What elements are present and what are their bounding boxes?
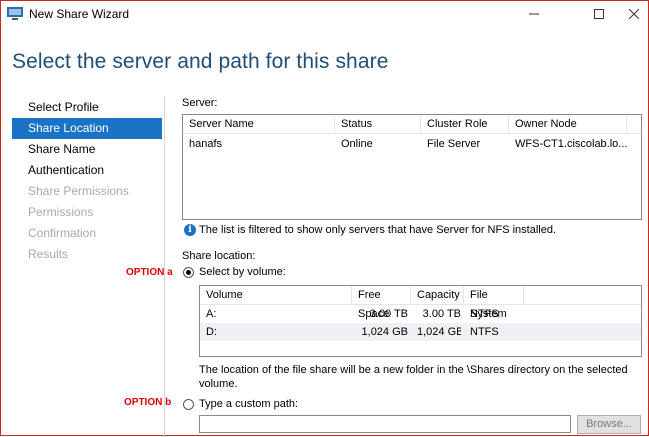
column-header-status[interactable]: Status (335, 115, 421, 134)
status-cell: Online (341, 138, 373, 150)
volume-list[interactable]: Volume Free Space Capacity File System A… (199, 285, 642, 357)
file-system-cell: NTFS (470, 308, 499, 320)
page-title: Select the server and path for this shar… (12, 50, 389, 73)
volume-cell: D: (206, 326, 217, 338)
custom-path-input[interactable] (199, 415, 571, 433)
nav-item-share-permissions: Share Permissions (28, 184, 129, 198)
nav-item-share-name[interactable]: Share Name (12, 139, 162, 160)
close-button[interactable] (611, 1, 649, 27)
minimize-icon (529, 13, 539, 15)
minimize-button[interactable] (511, 1, 557, 27)
option-a-tag: OPTION a (126, 267, 173, 278)
close-icon (629, 9, 639, 19)
select-by-volume-radio[interactable] (183, 267, 194, 278)
column-header-capacity[interactable]: Capacity (411, 286, 464, 305)
column-header-cluster-role[interactable]: Cluster Role (421, 115, 509, 134)
nav-item-authentication[interactable]: Authentication (12, 160, 162, 181)
server-list[interactable]: Server Name Status Cluster Role Owner No… (182, 114, 642, 220)
file-system-cell: NTFS (470, 326, 499, 338)
owner-node-cell: WFS-CT1.ciscolab.lo... (515, 138, 628, 150)
column-header-file-system[interactable]: File System (464, 286, 524, 320)
server-label: Server: (182, 97, 218, 109)
column-header-volume[interactable]: Volume (200, 286, 352, 305)
free-space-cell: 1,024 GB (361, 326, 408, 338)
filter-note: The list is filtered to show only server… (199, 224, 557, 236)
select-by-volume-label[interactable]: Select by volume: (199, 266, 286, 278)
nav-item-results: Results (28, 247, 69, 261)
cluster-role-cell: File Server (427, 138, 481, 150)
column-header-free-space[interactable]: Free Space (352, 286, 411, 320)
title-bar: New Share Wizard (1, 1, 648, 27)
wizard-steps-nav: Select Profile Share Location Share Name… (12, 97, 162, 265)
volume-cell: A: (206, 308, 217, 320)
browse-button[interactable]: Browse... (577, 415, 641, 434)
nav-item-confirmation: Confirmation (28, 226, 97, 240)
volume-list-header: Volume Free Space Capacity File System (200, 286, 641, 320)
free-space-cell: 3.00 TB (369, 308, 408, 320)
volume-note-line-1: The location of the file share will be a… (199, 364, 628, 376)
wizard-window: New Share Wizard Select the server and p… (0, 0, 649, 437)
server-list-header: Server Name Status Cluster Role Owner No… (183, 115, 641, 134)
column-header-server-name[interactable]: Server Name (183, 115, 335, 134)
window-title: New Share Wizard (29, 7, 130, 21)
volume-note-line-2: volume. (199, 378, 238, 390)
server-name-cell: hanafs (189, 138, 223, 150)
maximize-icon (594, 9, 604, 19)
table-row[interactable]: hanafs Online File Server WFS-CT1.ciscol… (183, 135, 641, 153)
share-location-label: Share location: (182, 250, 256, 262)
option-b-tag: OPTION b (124, 397, 172, 408)
nav-item-permissions: Permissions (28, 205, 94, 219)
table-row[interactable]: A: 3.00 TB 3.00 TB NTFS (200, 305, 641, 323)
server-manager-icon (7, 7, 23, 20)
custom-path-radio[interactable] (183, 399, 194, 410)
capacity-cell: 3.00 TB (422, 308, 461, 320)
info-icon: i (184, 224, 196, 236)
table-row[interactable]: D: 1,024 GB 1,024 GB NTFS (200, 323, 641, 341)
custom-path-label[interactable]: Type a custom path: (199, 398, 298, 410)
column-header-owner-node[interactable]: Owner Node (509, 115, 627, 134)
nav-item-select-profile[interactable]: Select Profile (12, 97, 162, 118)
capacity-cell: 1,024 GB (417, 326, 461, 338)
nav-item-share-location[interactable]: Share Location (12, 118, 162, 139)
